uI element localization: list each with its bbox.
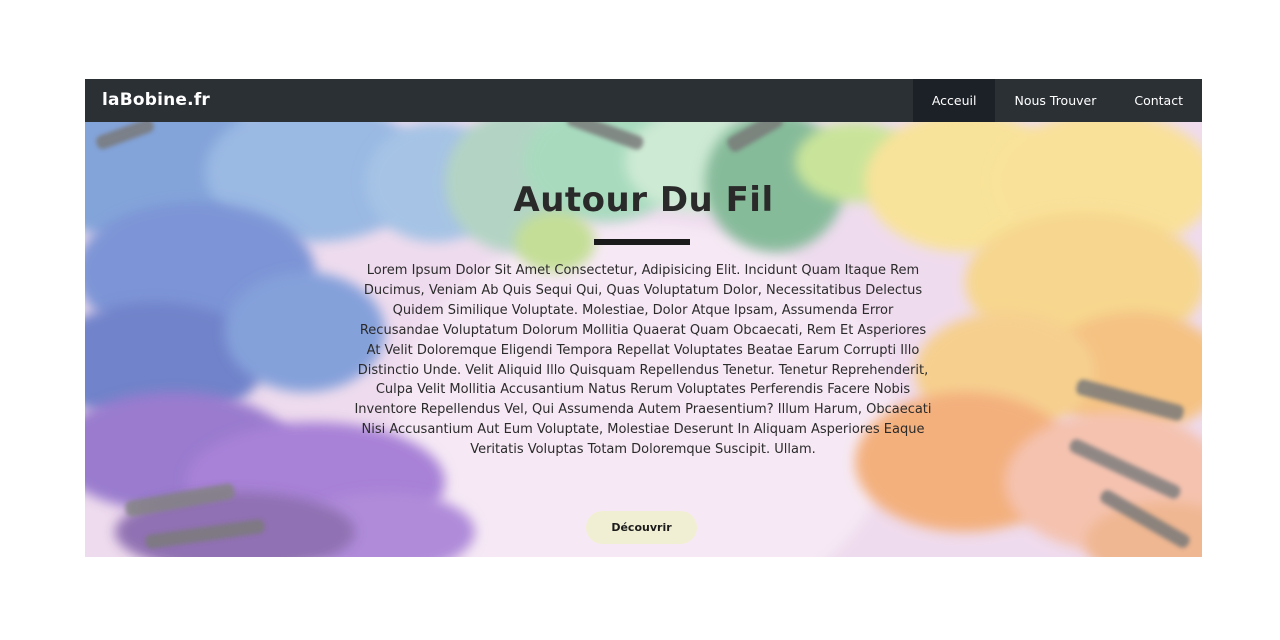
nav-item-acceuil[interactable]: Acceuil <box>912 79 996 122</box>
navbar: laBobine.fr Acceuil Nous Trouver Contact <box>85 79 1202 122</box>
hero-section: Autour Du Fil Lorem Ipsum Dolor Sit Amet… <box>85 122 1202 557</box>
brand-logo[interactable]: laBobine.fr <box>102 79 210 122</box>
discover-button[interactable]: Découvrir <box>586 511 697 544</box>
hero-title: Autour Du Fil <box>513 180 774 220</box>
page-frame: laBobine.fr Acceuil Nous Trouver Contact <box>85 79 1202 557</box>
nav-item-nous-trouver[interactable]: Nous Trouver <box>995 79 1115 122</box>
hero-description: Lorem Ipsum Dolor Sit Amet Consectetur, … <box>354 263 932 458</box>
nav-item-contact[interactable]: Contact <box>1115 79 1202 122</box>
hero-divider <box>594 239 690 245</box>
nav-menu: Acceuil Nous Trouver Contact <box>912 79 1202 122</box>
hero-content: Autour Du Fil Lorem Ipsum Dolor Sit Amet… <box>85 122 1202 557</box>
